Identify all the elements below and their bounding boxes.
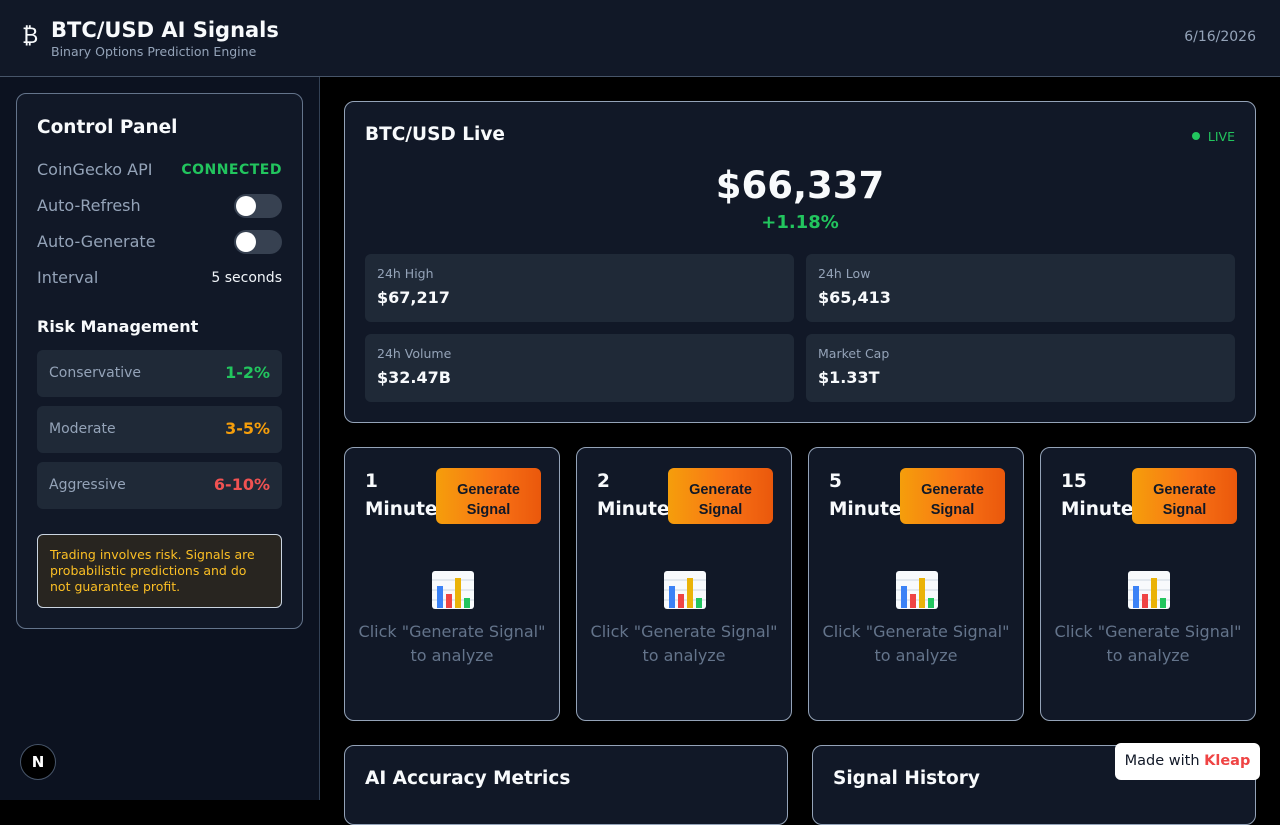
bar-chart-icon — [432, 571, 474, 609]
stat-24h-low: 24h Low $65,413 — [806, 254, 1235, 322]
next-dev-badge[interactable]: N — [20, 744, 56, 780]
control-panel-title: Control Panel — [37, 117, 178, 138]
current-price: $66,337 — [715, 164, 885, 207]
bitcoin-logo-icon: ₿ — [22, 24, 39, 49]
risk-value: 1-2% — [225, 363, 270, 382]
stat-label: 24h Low — [818, 266, 871, 281]
interval-value: 5 seconds — [211, 270, 282, 286]
bar-chart-icon — [896, 571, 938, 609]
live-label: LIVE — [1207, 129, 1235, 144]
bar-chart-icon — [1128, 571, 1170, 609]
api-label: CoinGecko API — [37, 160, 153, 179]
auto-generate-row: Auto-Generate — [37, 230, 282, 254]
live-dot-icon — [1191, 132, 1200, 140]
signal-timeframe: 1 Minute — [365, 471, 438, 520]
bar-chart-icon — [664, 571, 706, 609]
signal-hint: Click "Generate Signal" to analyze — [822, 622, 1010, 665]
signal-card-15m: 15 Minutes Generate Signal Click "Genera… — [1040, 447, 1256, 721]
signal-card-2m: 2 Minutes Generate Signal Click "Generat… — [576, 447, 792, 721]
risk-label: Aggressive — [49, 477, 126, 493]
risk-label: Moderate — [49, 421, 116, 437]
stat-value: $65,413 — [818, 288, 891, 307]
accuracy-title: AI Accuracy Metrics — [365, 768, 571, 789]
risk-value: 3-5% — [225, 419, 270, 438]
sidebar: Control Panel CoinGecko API CONNECTED Au… — [0, 77, 320, 800]
history-title: Signal History — [833, 768, 980, 789]
live-card-title: BTC/USD Live — [365, 124, 505, 145]
live-price-card: BTC/USD Live LIVE $66,337 +1.18% 24h Hig… — [344, 101, 1256, 423]
signal-hint: Click "Generate Signal" to analyze — [1054, 622, 1242, 665]
signal-hint: Click "Generate Signal" to analyze — [590, 622, 778, 665]
risk-value: 6-10% — [213, 475, 270, 494]
risk-item-aggressive: Aggressive 6-10% — [37, 462, 282, 509]
control-panel: Control Panel CoinGecko API CONNECTED Au… — [16, 93, 303, 629]
auto-generate-toggle[interactable] — [234, 230, 282, 254]
accuracy-metrics-card: AI Accuracy Metrics — [344, 745, 788, 825]
app-header: ₿ BTC/USD AI Signals Binary Options Pred… — [0, 0, 1280, 77]
api-status-row: CoinGecko API CONNECTED — [37, 158, 282, 182]
generate-signal-button[interactable]: Generate Signal — [1132, 468, 1237, 524]
risk-item-moderate: Moderate 3-5% — [37, 406, 282, 453]
api-status-badge: CONNECTED — [181, 162, 282, 178]
signal-timeframe: 5 Minutes — [829, 471, 913, 520]
stat-label: Market Cap — [818, 346, 890, 361]
toggle-knob — [236, 232, 256, 252]
interval-row: Interval 5 seconds — [37, 266, 282, 290]
generate-signal-button[interactable]: Generate Signal — [668, 468, 773, 524]
signal-card-1m: 1 Minute Generate Signal Click "Generate… — [344, 447, 560, 721]
stat-value: $32.47B — [377, 368, 451, 387]
risk-management-title: Risk Management — [37, 317, 199, 336]
kleap-brand: Kleap — [1204, 753, 1251, 769]
made-with-kleap-badge[interactable]: Made with Kleap — [1115, 743, 1260, 780]
risk-item-conservative: Conservative 1-2% — [37, 350, 282, 397]
signal-timeframe: 15 Minutes — [1061, 471, 1145, 520]
stat-24h-volume: 24h Volume $32.47B — [365, 334, 794, 402]
auto-refresh-row: Auto-Refresh — [37, 194, 282, 218]
live-indicator: LIVE — [1191, 129, 1235, 144]
generate-signal-button[interactable]: Generate Signal — [900, 468, 1005, 524]
current-date: 6/16/2026 — [1184, 29, 1256, 45]
price-change: +1.18% — [761, 212, 839, 233]
stat-value: $67,217 — [377, 288, 450, 307]
stat-value: $1.33T — [818, 368, 880, 387]
auto-refresh-toggle[interactable] — [234, 194, 282, 218]
stat-24h-high: 24h High $67,217 — [365, 254, 794, 322]
auto-refresh-label: Auto-Refresh — [37, 196, 141, 215]
toggle-knob — [236, 196, 256, 216]
stat-market-cap: Market Cap $1.33T — [806, 334, 1235, 402]
signal-timeframe: 2 Minutes — [597, 471, 681, 520]
stat-label: 24h High — [377, 266, 434, 281]
stat-label: 24h Volume — [377, 346, 452, 361]
risk-label: Conservative — [49, 365, 142, 381]
kleap-prefix: Made with — [1124, 753, 1205, 769]
generate-signal-button[interactable]: Generate Signal — [436, 468, 541, 524]
app-subtitle: Binary Options Prediction Engine — [51, 44, 257, 59]
app-title: BTC/USD AI Signals — [51, 18, 279, 42]
interval-label: Interval — [37, 268, 99, 287]
main-content: BTC/USD Live LIVE $66,337 +1.18% 24h Hig… — [320, 77, 1280, 825]
signal-card-5m: 5 Minutes Generate Signal Click "Generat… — [808, 447, 1024, 721]
auto-generate-label: Auto-Generate — [37, 232, 156, 251]
risk-warning: Trading involves risk. Signals are proba… — [37, 534, 282, 608]
signal-hint: Click "Generate Signal" to analyze — [358, 622, 546, 665]
